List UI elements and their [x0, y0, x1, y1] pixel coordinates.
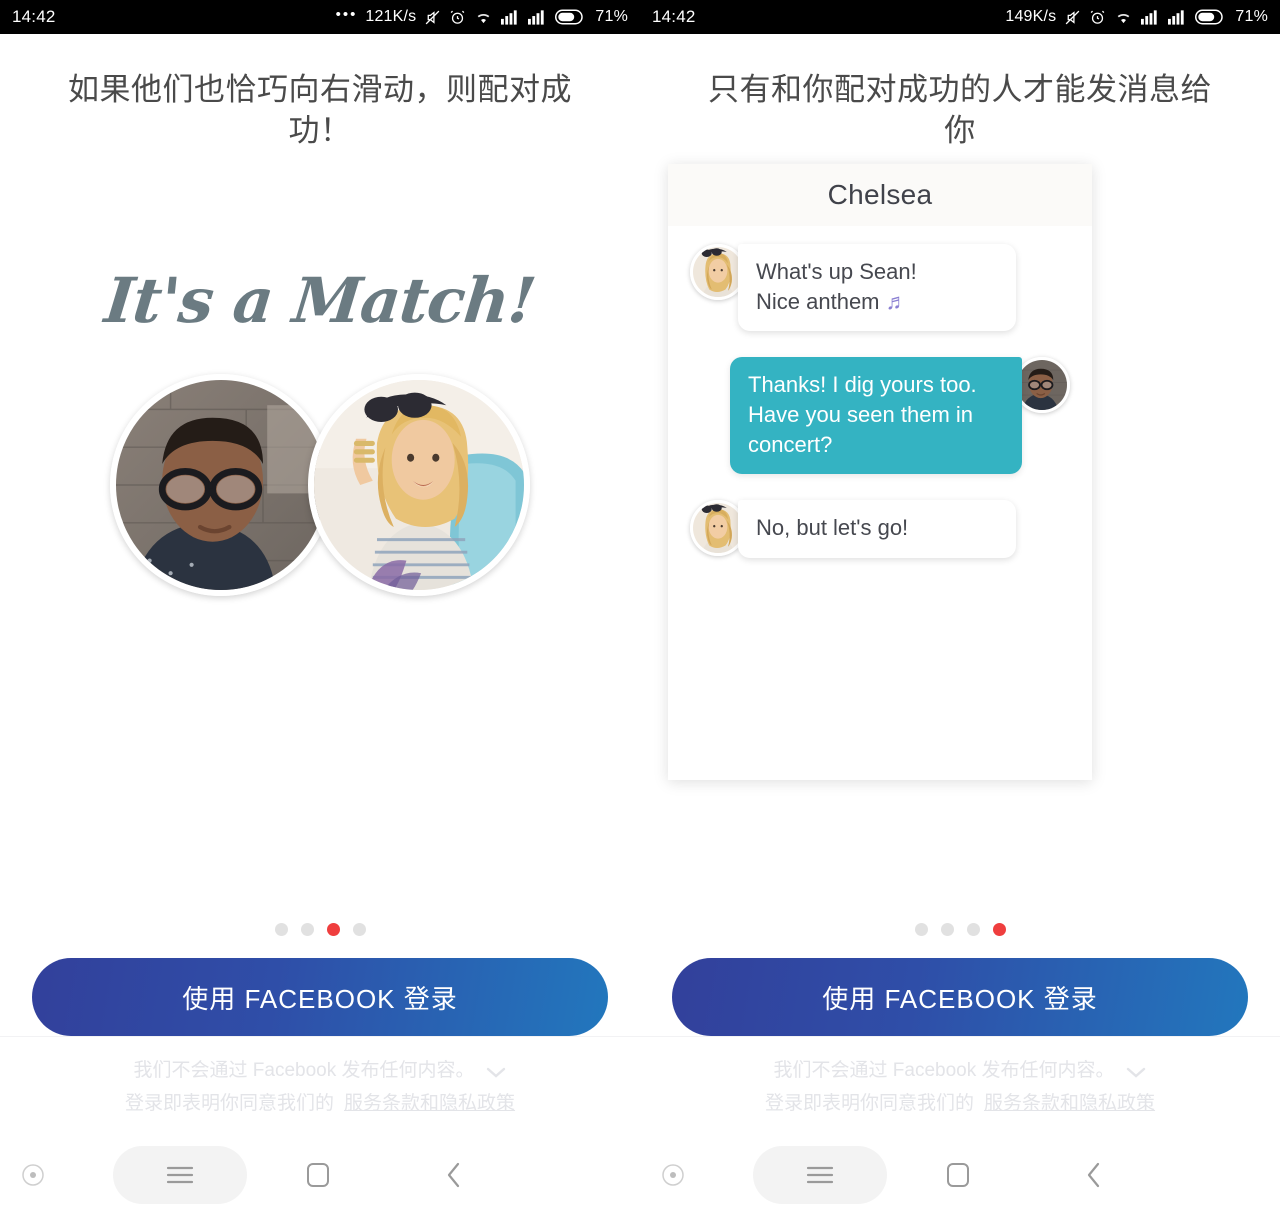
footer-disclaimer-text: 我们不会通过 Facebook 发布任何内容。 — [133, 1060, 475, 1082]
chat-message-1: What's up Sean! Nice anthem ♬ — [690, 243, 1070, 332]
page-dot-1[interactable] — [274, 923, 288, 937]
music-note-icon: ♬ — [885, 288, 908, 314]
battery-icon — [555, 9, 585, 25]
footer-left: 我们不会通过 Facebook 发布任何内容。 登录即表明你同意我们的 服务条款… — [0, 1036, 640, 1140]
footer-and-text: 和 — [420, 1092, 440, 1114]
footer-agree-prefix: 登录即表明你同意我们的 — [124, 1092, 334, 1114]
mute-icon — [1064, 9, 1081, 26]
hero-right: Chelsea What's up Sean! Nice anthem ♬ Th… — [640, 152, 1280, 924]
chat-preview-card: Chelsea What's up Sean! Nice anthem ♬ Th… — [668, 163, 1092, 780]
facebook-login-button[interactable]: 使用 FACEBOOK 登录 — [32, 958, 608, 1037]
page-dot-1[interactable] — [914, 923, 928, 937]
hamburger-menu-icon[interactable] — [113, 1145, 247, 1204]
system-nav-bar-right — [640, 1140, 1280, 1209]
back-chevron-icon[interactable] — [1083, 1160, 1105, 1190]
signal-sim2-icon — [528, 9, 547, 25]
privacy-policy-link[interactable]: 隐私政策 — [439, 1088, 515, 1120]
chat-text-1b: Nice anthem — [756, 288, 886, 314]
chat-message-3: No, but let's go! — [690, 500, 1070, 558]
chat-message-2: Thanks! I dig yours too. Have you seen t… — [690, 357, 1070, 475]
status-bar-right: 14:42 149K/s 71% — [640, 0, 1280, 34]
match-photos-group — [0, 373, 640, 596]
alarm-icon — [449, 9, 466, 26]
home-square-icon[interactable] — [305, 1161, 331, 1189]
assistant-dot-icon[interactable] — [658, 1160, 688, 1190]
status-clock: 14:42 — [652, 7, 696, 26]
chat-text-1a: What's up Sean! — [756, 258, 917, 284]
footer-and-text: 和 — [1060, 1092, 1080, 1114]
footer-terms-row: 登录即表明你同意我们的 服务条款和隐私政策 — [640, 1088, 1280, 1120]
status-clock: 14:42 — [12, 7, 56, 26]
wifi-icon — [474, 9, 493, 26]
mute-icon — [424, 9, 441, 26]
hero-left: It's a Match! — [0, 152, 640, 924]
alarm-icon — [1089, 9, 1106, 26]
chat-bubble-2: Thanks! I dig yours too. Have you seen t… — [730, 357, 1022, 475]
footer-disclaimer-text: 我们不会通过 Facebook 发布任何内容。 — [773, 1060, 1115, 1082]
assistant-dot-icon[interactable] — [18, 1160, 48, 1190]
fb-button-wrap-right: 使用 FACEBOOK 登录 — [640, 958, 1280, 1037]
page-dot-4[interactable] — [992, 923, 1006, 937]
footer-disclaimer-row[interactable]: 我们不会通过 Facebook 发布任何内容。 — [0, 1055, 640, 1087]
wifi-icon — [1114, 9, 1133, 26]
page-dot-2[interactable] — [300, 923, 314, 937]
page-dot-4[interactable] — [352, 923, 366, 937]
system-nav-bar-left — [0, 1140, 640, 1209]
signal-sim1-icon — [501, 9, 520, 25]
home-square-icon[interactable] — [945, 1161, 971, 1189]
status-icons-group: 149K/s 71% — [1005, 8, 1268, 26]
right-screen: 14:42 149K/s 71% 只有和你配对成功的人才能发消息给你 Chels… — [640, 0, 1280, 1209]
network-speed-label: 121K/s — [365, 8, 417, 25]
footer-terms-row: 登录即表明你同意我们的 服务条款和隐私政策 — [0, 1088, 640, 1120]
sean-avatar — [1014, 357, 1070, 414]
chat-title: Chelsea — [668, 163, 1092, 226]
footer-right: 我们不会通过 Facebook 发布任何内容。 登录即表明你同意我们的 服务条款… — [640, 1036, 1280, 1140]
privacy-policy-link[interactable]: 隐私政策 — [1079, 1088, 1155, 1120]
status-icons-group: ••• 121K/s 71% — [335, 5, 628, 26]
page-headline-left: 如果他们也恰巧向右滑动，则配对成功！ — [68, 72, 572, 148]
terms-of-service-link[interactable]: 服务条款 — [984, 1088, 1060, 1120]
back-chevron-icon[interactable] — [443, 1160, 465, 1190]
chat-message-list: What's up Sean! Nice anthem ♬ Thanks! I … — [668, 226, 1092, 558]
fb-button-wrap-left: 使用 FACEBOOK 登录 — [0, 958, 640, 1037]
photo-user-male — [110, 373, 332, 596]
footer-agree-prefix: 登录即表明你同意我们的 — [764, 1092, 974, 1114]
hamburger-menu-icon[interactable] — [753, 1145, 887, 1204]
chevron-down-icon[interactable] — [485, 1065, 507, 1079]
page-indicator-left[interactable] — [0, 923, 640, 937]
network-speed-label: 149K/s — [1005, 8, 1057, 25]
battery-percent-label: 71% — [1235, 8, 1268, 25]
battery-icon — [1195, 9, 1225, 25]
signal-sim2-icon — [1168, 9, 1187, 25]
chevron-down-icon[interactable] — [1125, 1065, 1147, 1079]
facebook-login-button[interactable]: 使用 FACEBOOK 登录 — [672, 958, 1248, 1037]
status-bar-left: 14:42 ••• 121K/s 71% — [0, 0, 640, 34]
battery-percent-label: 71% — [595, 8, 628, 25]
page-indicator-right[interactable] — [640, 923, 1280, 937]
its-a-match-title: It's a Match! — [101, 263, 539, 337]
chat-bubble-1: What's up Sean! Nice anthem ♬ — [738, 243, 1016, 332]
page-dot-2[interactable] — [940, 923, 954, 937]
overflow-dots-icon: ••• — [335, 5, 358, 23]
chat-bubble-3: No, but let's go! — [738, 500, 1016, 558]
terms-of-service-link[interactable]: 服务条款 — [344, 1088, 420, 1120]
page-dot-3[interactable] — [326, 923, 340, 937]
page-dot-3[interactable] — [966, 923, 980, 937]
signal-sim1-icon — [1141, 9, 1160, 25]
page-headline-right: 只有和你配对成功的人才能发消息给你 — [708, 72, 1212, 148]
left-screen: 14:42 ••• 121K/s 71% 如果他们也恰巧向右滑动，则配对成功！ … — [0, 0, 640, 1209]
dual-screenshot-container: 14:42 ••• 121K/s 71% 如果他们也恰巧向右滑动，则配对成功！ … — [0, 0, 1280, 1209]
photo-user-female — [308, 373, 530, 596]
footer-disclaimer-row[interactable]: 我们不会通过 Facebook 发布任何内容。 — [640, 1055, 1280, 1087]
